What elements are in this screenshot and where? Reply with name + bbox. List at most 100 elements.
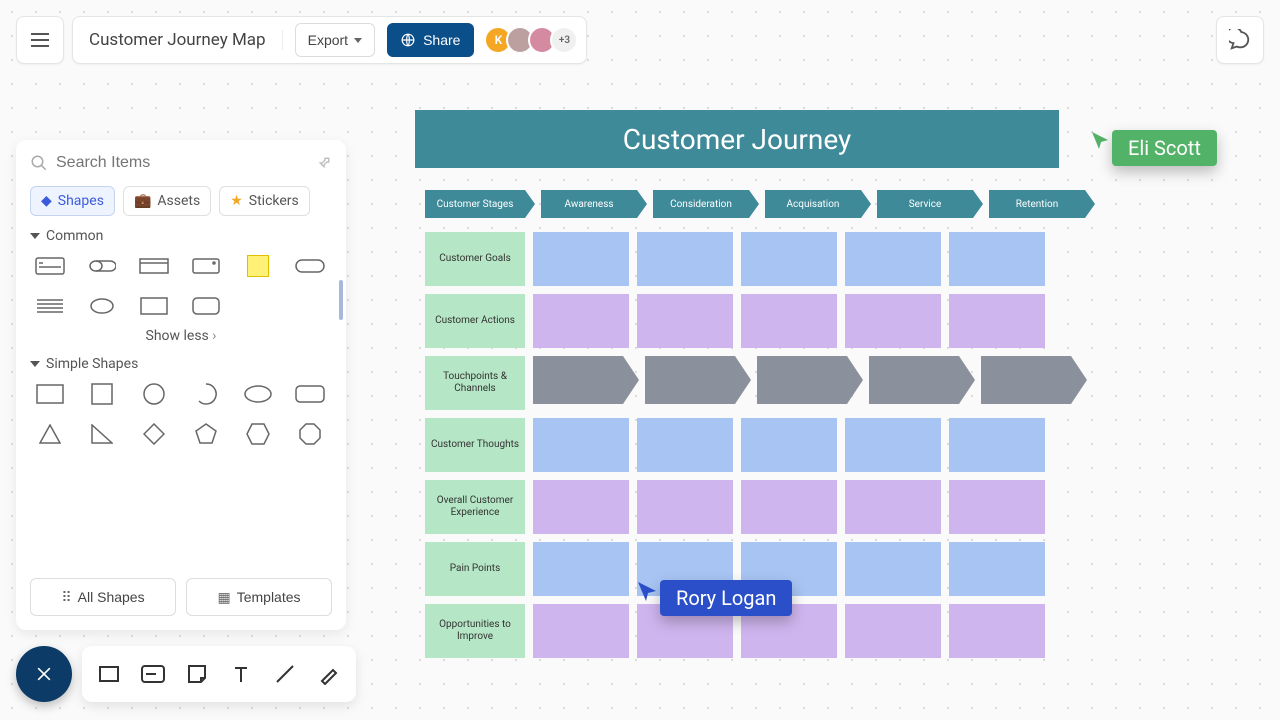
tab-assets[interactable]: 💼Assets (123, 186, 211, 216)
tool-highlighter[interactable] (316, 661, 342, 687)
journey-cell[interactable] (845, 604, 941, 658)
chevron-down-icon (30, 233, 40, 239)
row-label[interactable]: Customer Actions (425, 294, 525, 348)
export-button[interactable]: Export (295, 23, 375, 57)
journey-cell[interactable] (981, 356, 1071, 404)
journey-cell[interactable] (533, 604, 629, 658)
shape-pentagon[interactable] (186, 420, 226, 448)
show-less-button[interactable]: Show less › (30, 328, 332, 344)
journey-cell[interactable] (741, 232, 837, 286)
menu-button[interactable] (16, 16, 64, 64)
row-label[interactable]: Customer Goals (425, 232, 525, 286)
shape-roundrect2[interactable] (290, 380, 330, 408)
row-label[interactable]: Overall Customer Experience (425, 480, 525, 534)
shape-oval[interactable] (238, 380, 278, 408)
tool-text[interactable] (228, 661, 254, 687)
journey-cell[interactable] (533, 356, 623, 404)
shape-circle[interactable] (134, 380, 174, 408)
journey-cell[interactable] (645, 356, 735, 404)
shape-rectangle[interactable] (30, 380, 70, 408)
journey-cell[interactable] (845, 418, 941, 472)
section-simple[interactable]: Simple Shapes (30, 356, 332, 372)
shape-ellipse[interactable] (82, 292, 122, 320)
journey-cell[interactable] (845, 480, 941, 534)
journey-cell[interactable] (949, 480, 1045, 534)
chevron-down-icon (30, 361, 40, 367)
simple-shapes-grid (30, 380, 332, 448)
all-shapes-button[interactable]: ⠿All Shapes (30, 578, 176, 616)
journey-cell[interactable] (533, 418, 629, 472)
section-common[interactable]: Common (30, 228, 332, 244)
shape-roundrect[interactable] (186, 292, 226, 320)
journey-cell[interactable] (533, 294, 629, 348)
journey-cell[interactable] (741, 480, 837, 534)
journey-cell[interactable] (845, 232, 941, 286)
stage-header[interactable]: Service (877, 190, 973, 218)
tab-stickers[interactable]: ★Stickers (219, 186, 310, 216)
shape-hexagon[interactable] (238, 420, 278, 448)
journey-cell[interactable] (949, 294, 1045, 348)
journey-cell[interactable] (949, 418, 1045, 472)
journey-cell[interactable] (949, 542, 1045, 596)
journey-cell[interactable] (533, 542, 629, 596)
shape-lines[interactable] (30, 292, 70, 320)
row-label[interactable]: Pain Points (425, 542, 525, 596)
share-button[interactable]: Share (387, 23, 474, 57)
shape-pill[interactable] (290, 252, 330, 280)
shape-window[interactable] (186, 252, 226, 280)
stage-header[interactable]: Retention (989, 190, 1085, 218)
avatar-more[interactable]: +3 (550, 26, 578, 54)
tab-shapes[interactable]: ◆Shapes (30, 186, 115, 216)
stage-header[interactable]: Acquisation (765, 190, 861, 218)
export-label: Export (308, 32, 348, 48)
search-input[interactable] (56, 154, 308, 172)
collaborator-avatars[interactable]: K +3 (490, 26, 578, 54)
close-fab[interactable] (16, 646, 72, 702)
journey-cell[interactable] (533, 480, 629, 534)
journey-cell[interactable] (845, 542, 941, 596)
shapes-panel: ◆Shapes 💼Assets ★Stickers Common Show le… (16, 140, 346, 630)
chat-icon (1229, 29, 1251, 51)
shape-octagon[interactable] (290, 420, 330, 448)
journey-cell[interactable] (949, 232, 1045, 286)
row-label[interactable]: Customer Thoughts (425, 418, 525, 472)
journey-cell[interactable] (757, 356, 847, 404)
tool-line[interactable] (272, 661, 298, 687)
journey-cell[interactable] (845, 294, 941, 348)
journey-cell[interactable] (637, 232, 733, 286)
row-label[interactable]: Touchpoints & Channels (425, 356, 525, 410)
journey-cell[interactable] (637, 418, 733, 472)
stage-header[interactable]: Awareness (541, 190, 637, 218)
pin-icon[interactable] (313, 152, 336, 175)
stage-header[interactable]: Customer Stages (425, 190, 525, 218)
shape-arc[interactable] (186, 380, 226, 408)
canvas-title[interactable]: Customer Journey (415, 110, 1059, 168)
stage-header[interactable]: Consideration (653, 190, 749, 218)
journey-cell[interactable] (741, 418, 837, 472)
panel-scrollbar[interactable] (339, 280, 343, 320)
presence-cursor-blue: Rory Logan (636, 580, 792, 616)
journey-cell[interactable] (533, 232, 629, 286)
tool-rectangle[interactable] (96, 661, 122, 687)
journey-cell[interactable] (637, 480, 733, 534)
journey-cell[interactable] (949, 604, 1045, 658)
doc-title[interactable]: Customer Journey Map (89, 30, 283, 50)
shape-sticky[interactable] (238, 252, 278, 280)
row-label[interactable]: Opportunities to Improve (425, 604, 525, 658)
journey-cell[interactable] (741, 294, 837, 348)
shape-keyboard[interactable] (30, 252, 70, 280)
shape-righttriangle[interactable] (82, 420, 122, 448)
comment-button[interactable] (1216, 16, 1264, 64)
presence-label: Eli Scott (1112, 130, 1217, 166)
shape-wireframe[interactable] (134, 252, 174, 280)
tool-sticky[interactable] (184, 661, 210, 687)
shape-cylinder[interactable] (82, 252, 122, 280)
shape-diamond[interactable] (134, 420, 174, 448)
shape-rect[interactable] (134, 292, 174, 320)
journey-cell[interactable] (637, 294, 733, 348)
journey-cell[interactable] (869, 356, 959, 404)
shape-triangle[interactable] (30, 420, 70, 448)
tool-card[interactable] (140, 661, 166, 687)
shape-square[interactable] (82, 380, 122, 408)
templates-button[interactable]: ▦Templates (186, 578, 332, 616)
